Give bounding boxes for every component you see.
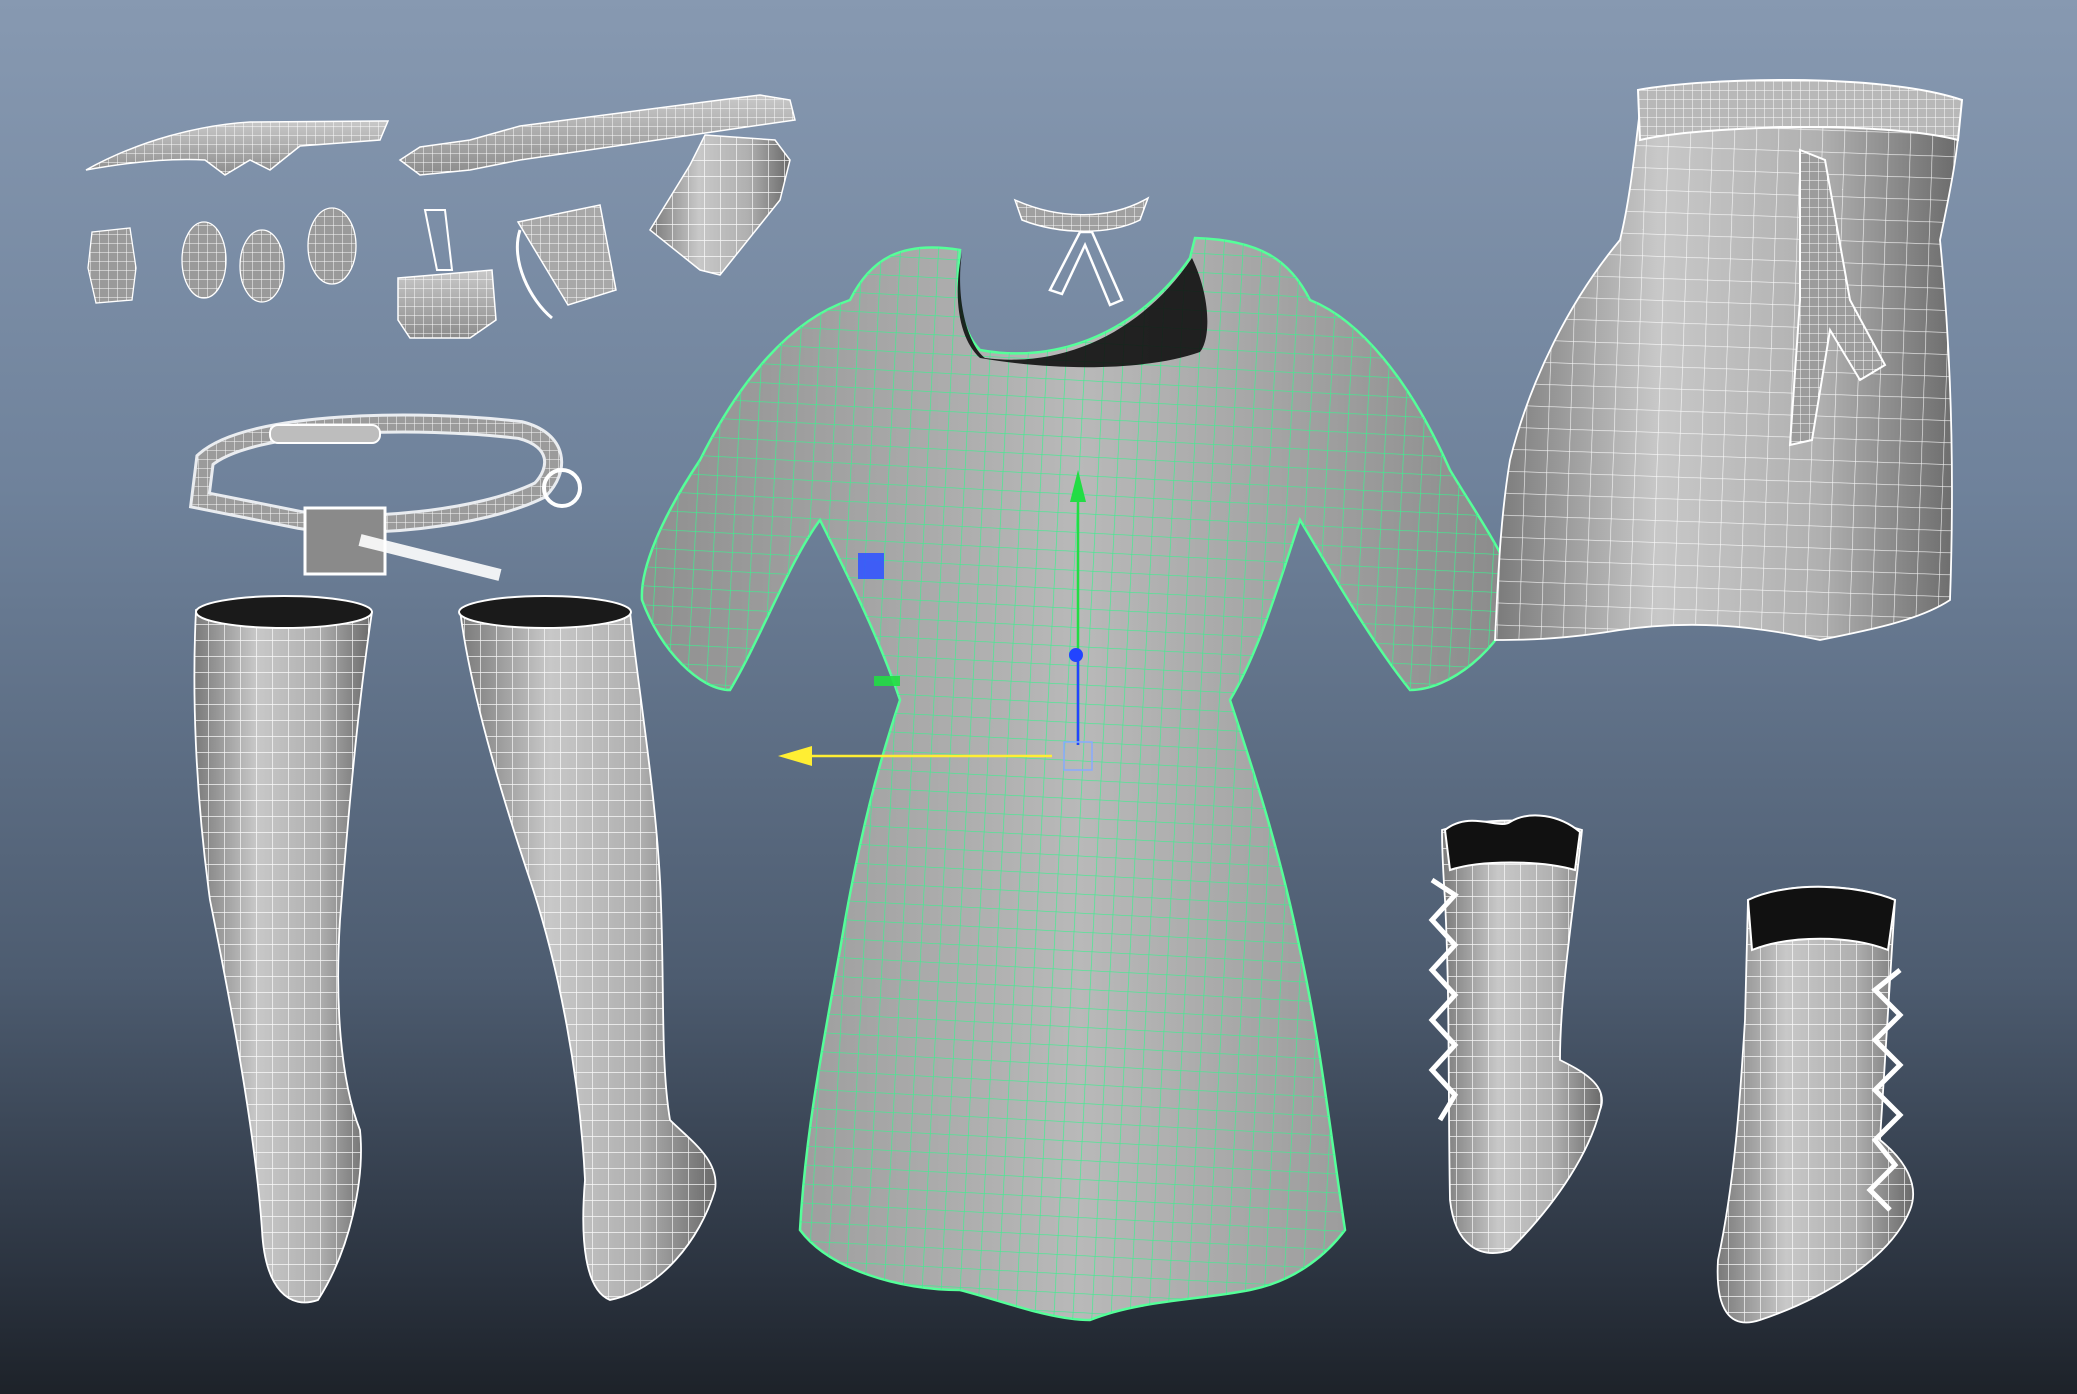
hanging-bag-mesh[interactable] xyxy=(397,209,497,339)
collar-bow-mesh[interactable] xyxy=(1013,196,1150,307)
strap-tag-mesh[interactable] xyxy=(515,204,617,320)
viewport-scene[interactable] xyxy=(0,0,2077,1394)
stocking-left-mesh[interactable] xyxy=(193,595,374,1304)
pouch-small-4-mesh[interactable] xyxy=(307,207,357,285)
plane-xz-handle[interactable] xyxy=(874,676,900,686)
x-axis-arrow[interactable] xyxy=(778,746,812,766)
plane-xy-handle[interactable] xyxy=(858,553,884,579)
z-axis-handle[interactable] xyxy=(1069,648,1083,662)
stocking-right-mesh[interactable] xyxy=(458,595,717,1301)
boot-right-mesh[interactable] xyxy=(1716,885,1915,1324)
belt-mesh[interactable] xyxy=(188,413,582,581)
pouch-small-3-mesh[interactable] xyxy=(239,229,285,303)
pouch-small-2-mesh[interactable] xyxy=(181,221,227,299)
dress-mesh[interactable] xyxy=(640,236,1520,1322)
boot-left-mesh[interactable] xyxy=(1428,814,1603,1254)
3d-viewport[interactable] xyxy=(0,0,2077,1394)
pouch-small-1-mesh[interactable] xyxy=(87,227,137,304)
apron-skirt-mesh[interactable] xyxy=(1494,78,1964,641)
knife-mesh[interactable] xyxy=(85,120,390,176)
